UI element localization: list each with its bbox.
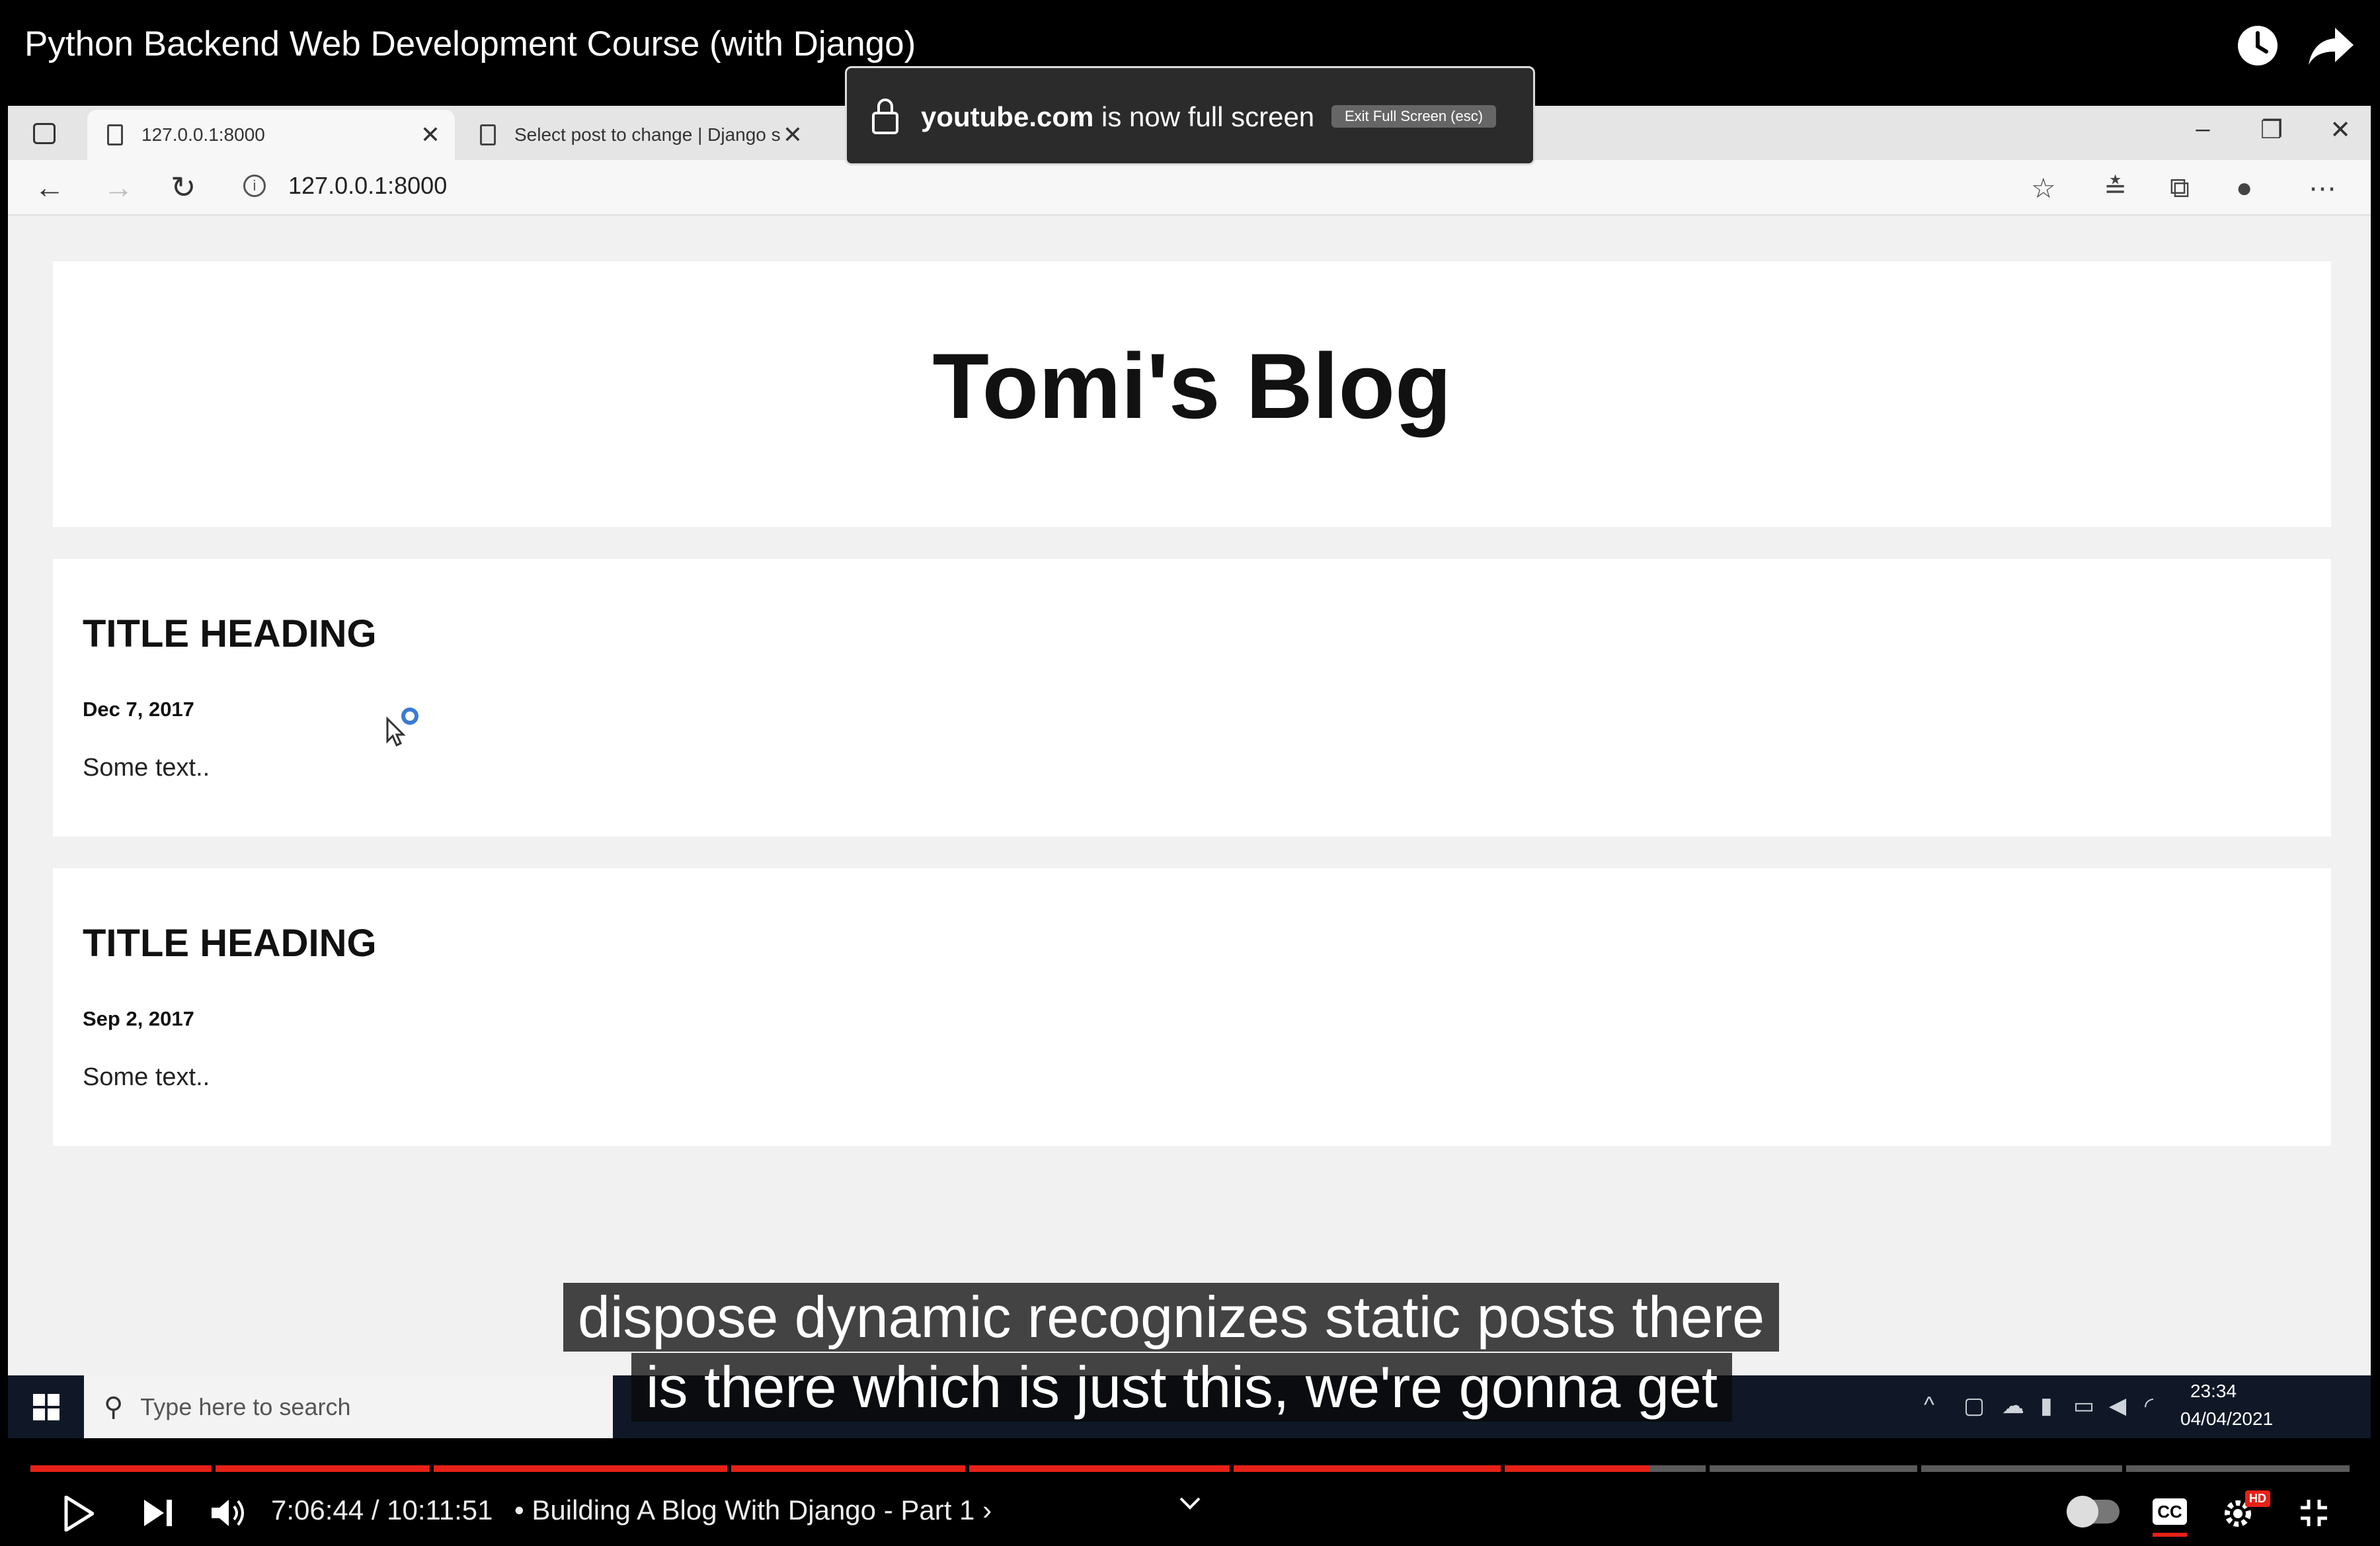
- tab-localhost[interactable]: 127.0.0.1:8000 ✕: [87, 110, 455, 160]
- caption-line: is there which is just this, we're gonna…: [631, 1353, 1733, 1422]
- microphone-icon[interactable]: ▮: [2040, 1393, 2053, 1419]
- post-date: Sep 2, 2017: [83, 1007, 194, 1030]
- tab-label: 127.0.0.1:8000: [141, 124, 265, 145]
- page-icon: [107, 124, 123, 145]
- blog-title: Tomi's Blog: [932, 334, 1452, 438]
- chapter-marker: [1501, 1465, 1505, 1472]
- chapter-marker: [1230, 1465, 1234, 1472]
- time-current: 7:06:44: [271, 1494, 364, 1526]
- browser-toolbar: ← → ↻ i 127.0.0.1:8000 ☆ ≛ ⧉ ● ⋯: [8, 160, 2371, 216]
- close-tab-icon[interactable]: ✕: [783, 121, 803, 149]
- taskbar-search-placeholder: Type here to search: [140, 1393, 351, 1420]
- video-title[interactable]: Python Backend Web Development Course (w…: [24, 24, 916, 64]
- post-title: TITLE HEADING: [83, 922, 377, 965]
- battery-icon[interactable]: ▭: [2073, 1393, 2094, 1419]
- time-display: 7:06:44 / 10:11:51: [271, 1494, 493, 1526]
- post-text: Some text..: [83, 1063, 210, 1091]
- lock-icon: [872, 99, 898, 134]
- taskbar-date[interactable]: 04/04/2021: [2180, 1408, 2273, 1430]
- watch-later-icon[interactable]: [2236, 24, 2280, 67]
- fullscreen-message: youtube.com is now full screen: [921, 101, 1314, 133]
- close-tab-icon[interactable]: ✕: [420, 121, 440, 149]
- wifi-icon[interactable]: ◜: [2145, 1393, 2153, 1419]
- tab-label: Select post to change | Django s: [514, 124, 781, 145]
- volume-icon[interactable]: [210, 1497, 246, 1529]
- chapter-marker: [430, 1465, 434, 1472]
- collections-icon[interactable]: ⧉: [2170, 172, 2190, 204]
- address-bar[interactable]: i 127.0.0.1:8000: [230, 165, 2114, 206]
- time-separator: /: [371, 1494, 379, 1526]
- blog-header: Tomi's Blog: [53, 261, 2331, 527]
- minimize-icon[interactable]: –: [2183, 115, 2223, 143]
- post-text: Some text..: [83, 754, 210, 782]
- autoplay-knob: [2067, 1496, 2098, 1527]
- player-controls: 7:06:44 / 10:11:51 • Building A Blog Wit…: [0, 1481, 2380, 1546]
- tab-actions-icon[interactable]: [33, 123, 56, 144]
- play-icon[interactable]: [63, 1496, 94, 1531]
- chapter-marker: [2122, 1465, 2126, 1472]
- exit-fullscreen-button[interactable]: Exit Full Screen (esc): [1331, 105, 1497, 128]
- forward-icon[interactable]: →: [103, 169, 134, 205]
- hd-badge: HD: [2245, 1490, 2270, 1507]
- chevron-down-icon[interactable]: [1178, 1496, 1202, 1510]
- subtitles-active-indicator: [2153, 1533, 2187, 1537]
- chapter-marker: [1706, 1465, 1710, 1472]
- chapter-marker: [212, 1465, 216, 1472]
- add-favorite-icon[interactable]: ☆: [2031, 172, 2056, 204]
- chapter-marker: [965, 1465, 969, 1472]
- windows-start-icon[interactable]: [33, 1394, 60, 1420]
- video-frame[interactable]: 127.0.0.1:8000 ✕ Select post to change |…: [8, 106, 2371, 1385]
- caption-line: dispose dynamic recognizes static posts …: [563, 1283, 1780, 1352]
- taskbar-search-box[interactable]: ⚲ Type here to search: [84, 1375, 613, 1438]
- progress-played: [30, 1465, 1649, 1472]
- volume-icon[interactable]: ◀: [2109, 1393, 2126, 1419]
- share-icon[interactable]: [2307, 24, 2355, 67]
- search-icon: ⚲: [104, 1392, 124, 1422]
- reload-icon[interactable]: ↻: [171, 169, 196, 205]
- time-total: 10:11:51: [387, 1494, 493, 1526]
- post-date: Dec 7, 2017: [83, 698, 194, 721]
- subtitles-button[interactable]: CC: [2153, 1498, 2187, 1525]
- onedrive-icon[interactable]: ☁: [2002, 1393, 2024, 1419]
- chapter-marker: [727, 1465, 731, 1472]
- next-icon[interactable]: [143, 1498, 173, 1527]
- busy-cursor-icon: [386, 708, 418, 747]
- chapter-title[interactable]: • Building A Blog With Django - Part 1 ›: [514, 1494, 992, 1526]
- fullscreen-notice: youtube.com is now full screen Exit Full…: [845, 66, 1535, 165]
- tab-django-admin[interactable]: Select post to change | Django s ✕: [460, 110, 817, 160]
- back-icon[interactable]: ←: [34, 169, 65, 205]
- fullscreen-message-text: is now full screen: [1101, 101, 1315, 132]
- favorites-icon[interactable]: ≛: [2104, 172, 2127, 204]
- chapter-marker: [1917, 1465, 1921, 1472]
- site-info-icon[interactable]: i: [243, 175, 266, 197]
- more-menu-icon[interactable]: ⋯: [2309, 172, 2336, 204]
- tray-app-icon[interactable]: ▢: [1964, 1393, 1985, 1419]
- profile-avatar-icon[interactable]: ●: [2236, 172, 2252, 204]
- post-title: TITLE HEADING: [83, 612, 377, 655]
- restore-icon[interactable]: ❐: [2252, 115, 2291, 145]
- fullscreen-domain: youtube.com: [921, 101, 1094, 132]
- taskbar-time[interactable]: 23:34: [2167, 1381, 2260, 1402]
- post-card: TITLE HEADING Sep 2, 2017 Some text..: [53, 868, 2331, 1146]
- post-card: TITLE HEADING Dec 7, 2017 Some text..: [53, 559, 2331, 836]
- exit-fullscreen-icon[interactable]: [2298, 1497, 2330, 1529]
- url-text: 127.0.0.1:8000: [288, 172, 448, 199]
- close-window-icon[interactable]: ✕: [2320, 115, 2360, 145]
- page-icon: [480, 124, 496, 145]
- show-hidden-icons-icon[interactable]: ^: [1924, 1393, 1934, 1418]
